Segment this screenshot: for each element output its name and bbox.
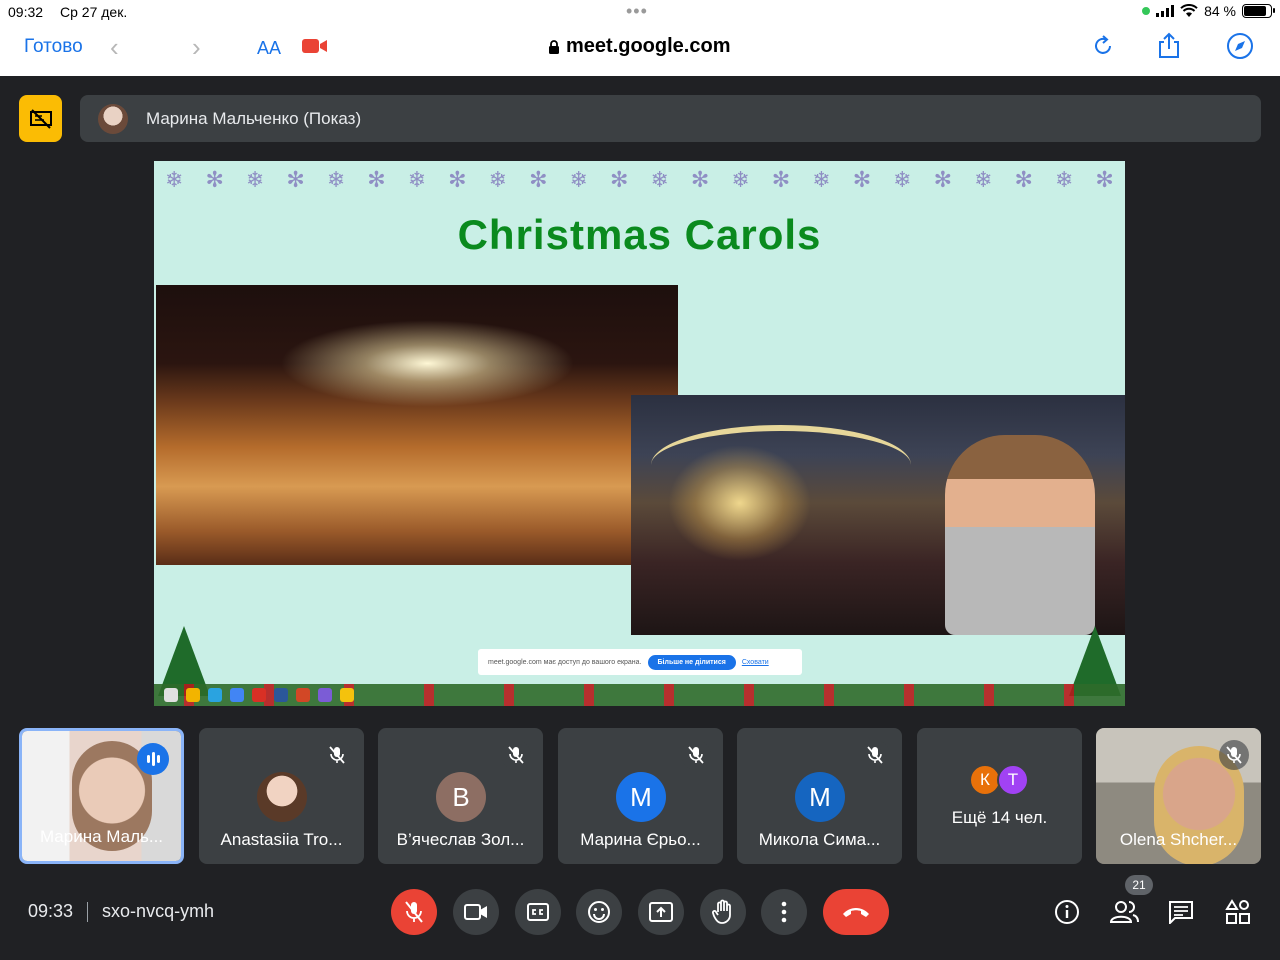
compass-icon[interactable] — [1226, 32, 1254, 60]
activities-icon[interactable] — [1223, 897, 1253, 927]
reactions-button[interactable] — [576, 889, 622, 935]
participant-avatar: Т — [997, 764, 1029, 796]
participant-avatar: М — [795, 772, 845, 822]
cellular-signal-icon — [1156, 5, 1175, 17]
browser-chrome: 09:32 Ср 27 дек. ••• 84 % Готово ‹ › AA … — [0, 0, 1280, 76]
slide-title: Christmas Carols — [457, 211, 822, 258]
present-off-icon — [29, 108, 52, 129]
boy-with-candle-photo — [631, 395, 1125, 635]
screen-share-notice: meet.google.com має доступ до вашого екр… — [478, 649, 802, 675]
status-indicators: 84 % — [1142, 3, 1275, 19]
more-options-button[interactable] — [761, 889, 807, 935]
stage-tent — [651, 425, 911, 505]
mic-off-icon — [501, 740, 531, 770]
more-participants-label: Ещё 14 чел. — [951, 808, 1048, 827]
stop-sharing-button[interactable]: Більше не ділитися — [647, 654, 736, 670]
status-time: 09:32 — [8, 4, 44, 20]
snowflake-border: ❄ ✻ ❄ ✻ ❄ ✻ ❄ ✻ ❄ ✻ ❄ ✻ ❄ ✻ ❄ ✻ ❄ ✻ ❄ ✻ ❄ ✻ ❄ ✻ — [165, 167, 1114, 192]
chat-icon[interactable] — [1166, 897, 1196, 927]
forward-chevron-icon[interactable]: › — [192, 32, 201, 63]
participant-tile[interactable]: Anastasiia Tro... — [199, 728, 364, 864]
boy-figure — [945, 435, 1095, 635]
status-date: Ср 27 дек. — [60, 4, 128, 20]
participant-name: Anastasiia Tro... — [220, 830, 343, 849]
more-participants-tile[interactable]: К Т Ещё 14 чел. — [917, 728, 1082, 864]
share-notice-text: meet.google.com має доступ до вашого екр… — [488, 658, 642, 666]
presenter-name: Марина Мальченко (Показ) — [146, 108, 362, 128]
meeting-time: 09:33 — [28, 901, 74, 921]
participant-avatar — [257, 772, 307, 822]
participant-avatar: В — [436, 772, 486, 822]
captions-button[interactable] — [515, 889, 561, 935]
text-size-button[interactable]: AA — [257, 38, 281, 59]
raise-hand-button[interactable] — [700, 889, 746, 935]
address-bar[interactable]: meet.google.com — [548, 35, 730, 58]
back-chevron-icon[interactable]: ‹ — [110, 32, 119, 63]
presenter-bar: Марина Мальченко (Показ) — [80, 95, 1261, 142]
present-now-button[interactable] — [638, 889, 684, 935]
participant-tile[interactable]: В В’ячеслав Зол... — [378, 728, 543, 864]
leave-call-button[interactable] — [823, 889, 889, 935]
mic-off-icon — [322, 740, 352, 770]
multitasking-dots-icon[interactable]: ••• — [626, 1, 648, 22]
stop-presenting-button[interactable] — [19, 95, 62, 142]
more-vert-icon — [781, 901, 787, 923]
meeting-code: sxo-nvcq-ymh — [102, 901, 215, 921]
participant-tile[interactable]: М Микола Сима... — [737, 728, 902, 864]
meeting-details: 09:33 sxo-nvcq-ymh — [28, 901, 214, 922]
hide-notice-link[interactable]: Сховати — [742, 659, 769, 666]
shared-screen: ❄ ✻ ❄ ✻ ❄ ✻ ❄ ✻ ❄ ✻ ❄ ✻ ❄ ✻ ❄ ✻ ❄ ✻ ❄ ✻ ❄ ✻ ❄ ✻ Christmas Carol… — [154, 161, 1125, 706]
windows-taskbar — [154, 684, 1125, 706]
participant-name: Марина Єрьо... — [580, 830, 701, 849]
meeting-info-icon[interactable] — [1052, 897, 1082, 927]
emoji-icon — [588, 901, 610, 923]
reload-icon[interactable] — [1089, 32, 1117, 60]
done-button[interactable]: Готово — [24, 36, 83, 58]
participant-tile-self[interactable]: Марина Маль... — [19, 728, 184, 864]
camera-in-use-indicator-icon — [1142, 7, 1151, 15]
concert-crowd-photo — [156, 285, 678, 565]
hand-icon — [712, 899, 731, 924]
camera-button[interactable] — [453, 889, 499, 935]
divider — [87, 901, 89, 922]
mic-off-icon — [681, 740, 711, 770]
participant-tile[interactable]: М Марина Єрьо... — [558, 728, 723, 864]
battery-icon — [1242, 4, 1275, 18]
speaking-indicator-icon — [137, 743, 169, 775]
presenter-avatar — [98, 103, 128, 134]
battery-percent: 84 % — [1204, 3, 1236, 19]
participant-name: Микола Сима... — [758, 830, 881, 849]
call-end-icon — [843, 908, 869, 917]
participant-tile[interactable]: Olena Shcher... — [1096, 728, 1261, 864]
lock-icon — [549, 39, 559, 54]
mic-off-icon — [405, 901, 423, 923]
participant-avatar: М — [616, 772, 666, 822]
videocam-icon — [464, 904, 487, 920]
participant-name: Olena Shcher... — [1119, 830, 1238, 849]
url-text: meet.google.com — [566, 35, 731, 57]
participant-name: Марина Маль... — [39, 827, 164, 846]
participant-count-badge: 21 — [1125, 875, 1153, 895]
present-to-all-icon — [649, 902, 673, 922]
mic-off-icon — [1219, 740, 1249, 770]
camera-recording-icon[interactable] — [302, 38, 328, 54]
mic-off-icon — [860, 740, 890, 770]
wifi-icon — [1180, 4, 1198, 17]
closed-captions-icon — [527, 903, 549, 921]
participant-name: В’ячеслав Зол... — [396, 830, 525, 849]
people-icon[interactable] — [1109, 897, 1139, 927]
more-participants-avatars: К Т — [969, 764, 1029, 796]
unmute-button[interactable] — [391, 889, 437, 935]
share-icon[interactable] — [1155, 32, 1183, 60]
text-size-label: AA — [257, 38, 282, 58]
